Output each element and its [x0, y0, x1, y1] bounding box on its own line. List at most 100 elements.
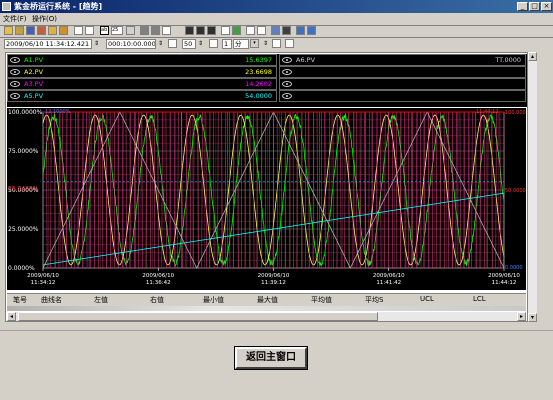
- eye-icon[interactable]: [10, 81, 20, 87]
- time-controls: 2009/06/10 11:34:12.421 ⇕ 000:10:00.000 …: [0, 38, 553, 50]
- x-tick-time: 11:41:42: [376, 280, 401, 286]
- pause-icon[interactable]: [196, 26, 205, 35]
- x-tick-time: 11:44:12: [492, 280, 517, 286]
- legend-row[interactable]: A5.PV 54.0000: [7, 90, 277, 102]
- stats-col-max: 最大值: [257, 296, 278, 304]
- app-icon: [2, 2, 11, 11]
- start-time-field[interactable]: 2009/06/10 11:34:12.421: [4, 39, 92, 49]
- pointer-icon[interactable]: [162, 26, 171, 35]
- export-icon[interactable]: [48, 26, 57, 35]
- legend-row[interactable]: A2.PV 23.6698: [7, 66, 277, 78]
- sum-icon[interactable]: [272, 39, 281, 48]
- legend-row-empty[interactable]: [279, 78, 526, 90]
- stats-col-lcl: LCL: [473, 295, 486, 303]
- stats-col-min: 最小值: [203, 296, 224, 304]
- right-mid-label: 50.0000: [505, 188, 526, 194]
- stats-row[interactable]: [7, 306, 526, 311]
- x-tick-time: 11:34:12: [31, 280, 56, 286]
- step-icon[interactable]: ab: [100, 26, 109, 35]
- eye-icon[interactable]: [10, 93, 20, 99]
- stats-col-left: 左值: [94, 296, 108, 304]
- legend-row[interactable]: A6.PV TT.0000: [279, 54, 526, 66]
- eye-icon[interactable]: [282, 81, 292, 87]
- menu-file[interactable]: 文件(F): [3, 13, 27, 25]
- stats-col-avg: 平均值: [311, 296, 332, 304]
- right-bottom-label: 0.0000: [505, 265, 523, 271]
- pen-legend: A1.PV 15.6397 A2.PV 23.6698 A3.PV 14.260…: [7, 54, 527, 107]
- return-main-button[interactable]: 返回主窗口: [235, 347, 307, 369]
- import-icon[interactable]: [59, 26, 68, 35]
- step-count-field[interactable]: 50: [182, 39, 196, 49]
- first-icon[interactable]: [185, 26, 194, 35]
- legend-row[interactable]: A1.PV 15.6397: [7, 54, 277, 66]
- scroll-down-icon[interactable]: ▾: [528, 313, 537, 322]
- goto-icon[interactable]: [285, 39, 294, 48]
- legend-row-empty[interactable]: [279, 66, 526, 78]
- refresh-icon[interactable]: [232, 26, 241, 35]
- cross-icon[interactable]: [246, 26, 255, 35]
- eye-icon[interactable]: [282, 57, 292, 63]
- unit-spinner[interactable]: ⇕: [262, 39, 269, 49]
- step-count-spinner[interactable]: ⇕: [197, 39, 204, 49]
- span-time-field[interactable]: 000:10:00.000: [106, 39, 156, 49]
- menu-bar: 文件(F) 操作(O): [0, 13, 553, 25]
- x-tick-date: 2009/06/10: [488, 273, 520, 279]
- layout-icon[interactable]: [85, 26, 94, 35]
- y-tick-label: 100.0000%: [8, 109, 43, 116]
- trend-chart-svg[interactable]: 100.0000%75.0000%50.0000%25.0000%0.0000%…: [7, 108, 534, 290]
- scroll-up-icon[interactable]: ▴: [528, 52, 537, 61]
- menu-operation[interactable]: 操作(O): [32, 13, 57, 25]
- copy-icon[interactable]: [221, 26, 230, 35]
- stats-header: 笔号 曲线名 左值 右值 最小值 最大值 平均值 平均S UCL LCL: [7, 293, 526, 306]
- legend-row-empty[interactable]: [279, 90, 526, 102]
- rewind-icon[interactable]: [140, 26, 149, 35]
- title-bar: 紫金桥运行系统 - [趋势] _ □ ×: [0, 0, 553, 13]
- stats-col-name: 曲线名: [41, 296, 62, 304]
- scroll-right-icon[interactable]: ▸: [517, 312, 526, 321]
- zoom-icon[interactable]: [126, 26, 135, 35]
- grid-icon[interactable]: [74, 26, 83, 35]
- print-icon[interactable]: [37, 26, 46, 35]
- x-tick-time: 11:36:42: [146, 280, 171, 286]
- nav-icon[interactable]: [168, 39, 177, 48]
- eye-icon[interactable]: [10, 57, 20, 63]
- chart-type-icon[interactable]: [271, 26, 280, 35]
- step-value-field[interactable]: 25: [111, 26, 123, 35]
- save-icon[interactable]: [26, 26, 35, 35]
- close-button[interactable]: ×: [541, 2, 552, 11]
- eye-icon[interactable]: [10, 69, 20, 75]
- stats-col-right: 右值: [150, 296, 164, 304]
- scroll-left-icon[interactable]: ◂: [7, 312, 16, 321]
- minimize-button[interactable]: _: [517, 2, 528, 11]
- start-time-spinner[interactable]: ⇕: [93, 39, 100, 49]
- help-icon[interactable]: [209, 39, 218, 48]
- maximize-button[interactable]: □: [529, 2, 540, 11]
- toolbar: ab 25: [0, 25, 553, 37]
- x-tick-time: 11:39:12: [261, 280, 286, 286]
- vertical-scrollbar[interactable]: ▴ ▾: [528, 52, 537, 322]
- unit-select[interactable]: 分: [233, 39, 249, 49]
- folder-icon[interactable]: [15, 26, 24, 35]
- x-tick-date: 2009/06/10: [27, 273, 59, 279]
- measure-icon[interactable]: [257, 26, 266, 35]
- eye-icon[interactable]: [282, 93, 292, 99]
- top-right-label: 11:44:12: [476, 109, 498, 115]
- stats-col-ucl: UCL: [420, 295, 434, 303]
- x-tick-date: 2009/06/10: [142, 273, 174, 279]
- y-tick-label: 0.0000%: [8, 265, 35, 272]
- eye-icon[interactable]: [282, 69, 292, 75]
- trend-chart[interactable]: 100.0000% 75.0000% 50.0000% 25.0000% 0.0000%…: [7, 108, 534, 290]
- settings-icon[interactable]: [296, 26, 305, 35]
- back-icon[interactable]: [151, 26, 160, 35]
- unit-count-field[interactable]: 1: [222, 39, 232, 49]
- bar-icon[interactable]: [282, 26, 291, 35]
- span-time-spinner[interactable]: ⇕: [157, 39, 164, 49]
- last-icon[interactable]: [207, 26, 216, 35]
- legend-row[interactable]: A3.PV 14.2602: [7, 78, 277, 90]
- x-tick-date: 2009/06/10: [373, 273, 405, 279]
- window-icon[interactable]: [307, 26, 316, 35]
- unit-dropdown-icon[interactable]: ▾: [250, 39, 259, 48]
- horizontal-scrollbar[interactable]: ◂ ▸: [7, 312, 526, 321]
- scroll-thumb[interactable]: [18, 312, 378, 321]
- open-icon[interactable]: [4, 26, 13, 35]
